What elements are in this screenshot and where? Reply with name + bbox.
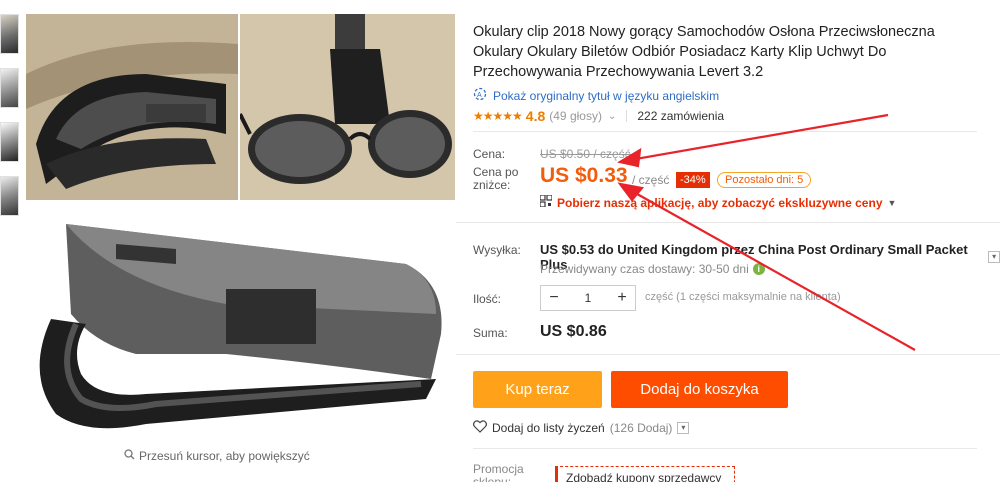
discount-price: US $0.33 <box>540 164 628 187</box>
divider <box>473 131 977 132</box>
thumbnail-4[interactable] <box>0 176 19 216</box>
decrement-button[interactable]: − <box>541 286 567 310</box>
original-price: US $0.50 / część <box>540 147 631 161</box>
product-title: Okulary clip 2018 Nowy gorący Samochodów… <box>473 24 935 80</box>
thumbnail-strip <box>0 14 20 230</box>
zoom-hint: Przesuń kursor, aby powiększyć <box>124 449 310 463</box>
delivery-estimate-text: Przewidywany czas dostawy: 30-50 dni <box>540 262 749 276</box>
total-label: Suma: <box>473 326 508 340</box>
wishlist-link[interactable]: Dodaj do listy życzeń (126 Dodaj) ▾ <box>472 420 690 436</box>
search-icon <box>124 449 135 463</box>
main-product-image[interactable] <box>26 14 455 439</box>
divider <box>456 354 1000 355</box>
qr-code-icon <box>539 194 553 210</box>
add-to-cart-button[interactable]: Dodaj do koszyka <box>611 371 788 408</box>
translate-link-text[interactable]: Pokaż oryginalny tytuł w języku angielsk… <box>493 89 719 103</box>
seller-coupon-button[interactable]: Zdobądź kupony sprzedawcy <box>555 466 735 482</box>
chevron-down-icon[interactable]: ⌄ <box>608 111 616 122</box>
chevron-down-icon[interactable]: ▾ <box>677 422 690 434</box>
star-rating-icon: ★★★★★ <box>473 109 523 123</box>
caret-down-icon: ▼ <box>887 197 897 208</box>
app-promo-link[interactable]: Pobierz naszą aplikację, aby zobaczyć ek… <box>539 194 897 210</box>
wishlist-count: (126 Dodaj) <box>609 421 673 435</box>
translate-title-link[interactable]: A Pokaż oryginalny tytuł w języku angiel… <box>473 87 719 104</box>
delivery-estimate: Przewidywany czas dostawy: 30-50 dni i <box>540 262 765 276</box>
buy-now-button[interactable]: Kup teraz <box>473 371 602 408</box>
divider <box>456 222 1000 223</box>
increment-button[interactable]: + <box>609 286 635 310</box>
zoom-hint-text: Przesuń kursor, aby powiększyć <box>139 449 310 463</box>
rating-votes[interactable]: (49 głosy) <box>549 109 602 123</box>
app-promo-text[interactable]: Pobierz naszą aplikację, aby zobaczyć ek… <box>557 196 883 210</box>
orders-count: 222 zamówienia <box>637 109 725 123</box>
svg-text:A: A <box>477 92 482 99</box>
store-promotion-label: Promocja sklepu: <box>473 462 524 482</box>
info-icon[interactable]: i <box>752 263 765 275</box>
product-page: Przesuń kursor, aby powiększyć Okulary c… <box>0 0 1000 482</box>
thumbnail-2[interactable] <box>0 68 19 108</box>
thumbnail-3[interactable] <box>0 122 19 162</box>
product-photo-with-glasses <box>240 14 455 200</box>
price-label: Cena: <box>473 147 506 161</box>
quantity-label: Ilość: <box>473 292 502 306</box>
product-photo-clip-closeup <box>26 204 455 439</box>
chevron-down-icon[interactable]: ▾ <box>988 251 1000 263</box>
divider <box>626 110 628 122</box>
coupon-text[interactable]: Zdobądź kupony sprzedawcy <box>566 471 721 482</box>
rating-row: ★★★★★ 4.8 (49 głosy) ⌄ 222 zamówienia <box>473 108 724 124</box>
discount-price-label: Cena po zniżce: <box>473 165 519 192</box>
quantity-stepper: − + <box>540 285 636 311</box>
product-photo-visor-clip <box>26 14 238 200</box>
thumbnail-1[interactable] <box>0 14 19 54</box>
rating-value: 4.8 <box>525 108 546 124</box>
discount-badge: -34% <box>676 172 710 188</box>
days-remaining-badge: Pozostało dni: 5 <box>717 172 812 188</box>
heart-icon <box>472 420 488 436</box>
translate-icon: A <box>473 87 487 104</box>
divider <box>473 448 977 449</box>
shipping-label: Wysyłka: <box>473 243 521 257</box>
wishlist-text[interactable]: Dodaj do listy życzeń <box>492 421 605 435</box>
price-unit: / część <box>632 173 670 187</box>
quantity-input[interactable] <box>567 291 609 305</box>
quantity-limit-note: część (1 części maksymalnie na klienta) <box>645 291 841 303</box>
total-price: US $0.86 <box>540 323 607 340</box>
